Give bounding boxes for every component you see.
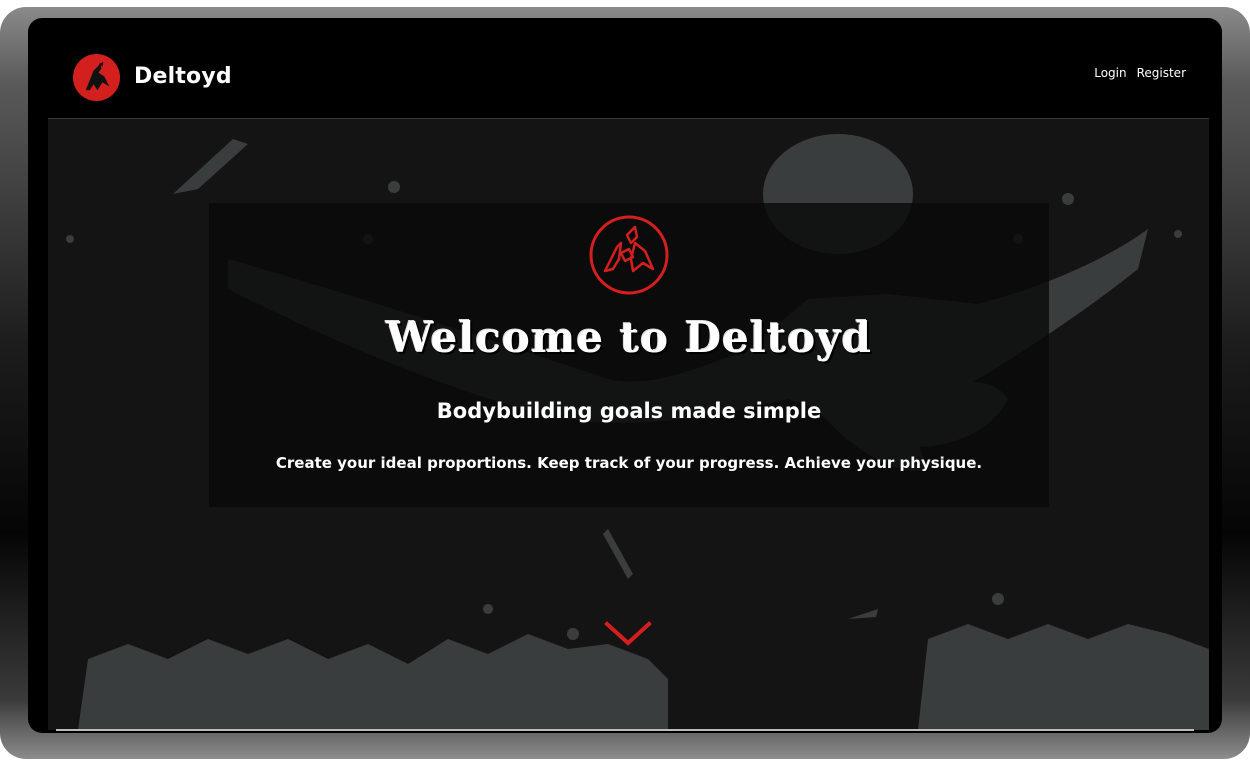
deltoyd-emblem-icon [589,215,669,295]
site-header: Deltoyd Login Register [48,26,1209,119]
monitor-base-line [56,729,1194,731]
hero-tagline: Bodybuilding goals made simple [436,399,822,423]
login-link[interactable]: Login [1094,66,1126,80]
welcome-panel: Welcome to Deltoyd Bodybuilding goals ma… [209,203,1049,507]
brand-name[interactable]: Deltoyd [134,64,232,89]
top-nav: Login Register [1094,66,1186,80]
deltoyd-logo-icon[interactable] [72,53,121,102]
hero-subline: Create your ideal proportions. Keep trac… [275,454,983,472]
register-link[interactable]: Register [1137,66,1186,80]
browser-screen: Deltoyd Login Register Welcome to Deltoy… [48,26,1209,730]
hero-section: Welcome to Deltoyd Bodybuilding goals ma… [48,119,1209,730]
chevron-down-icon[interactable] [603,619,653,649]
welcome-heading: Welcome to Deltoyd [385,313,873,362]
